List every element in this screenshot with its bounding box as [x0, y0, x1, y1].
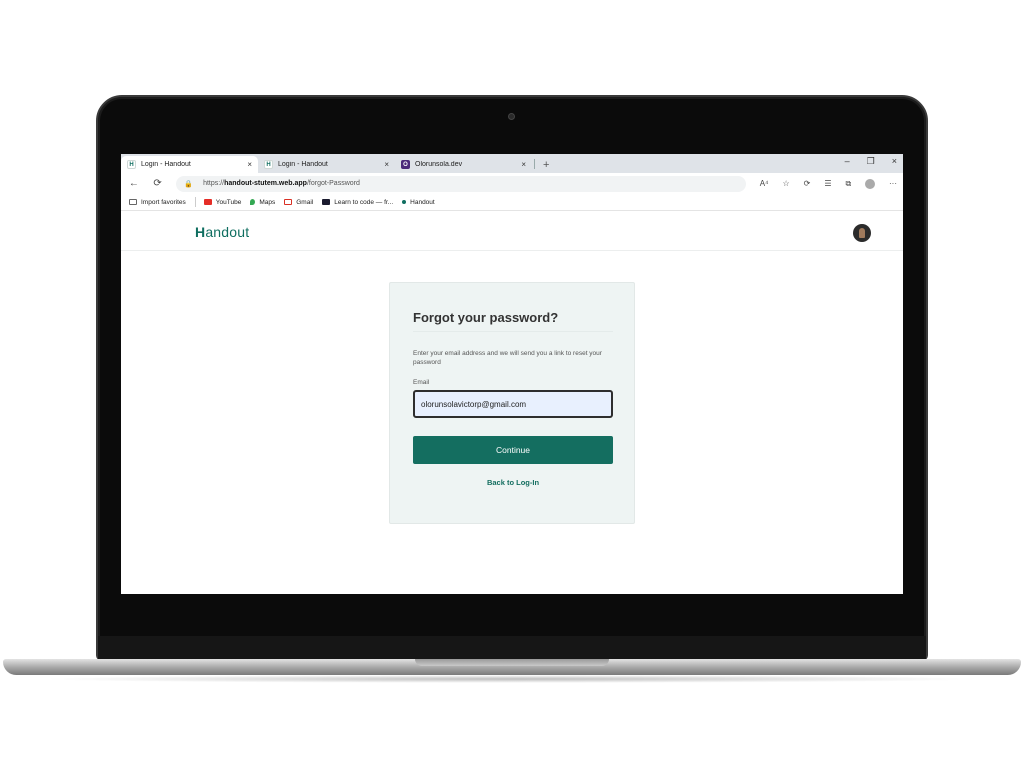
- laptop-notch: [415, 659, 609, 666]
- window-controls: – ❐ ×: [845, 156, 897, 167]
- favorite-label: Handout: [410, 198, 435, 206]
- favorites-divider: [194, 197, 196, 207]
- minimize-icon[interactable]: –: [845, 156, 850, 167]
- read-aloud-icon[interactable]: A⁴: [760, 179, 769, 188]
- url-scheme: https://: [203, 180, 225, 187]
- favorites-list-icon[interactable]: ☰: [824, 179, 831, 188]
- laptop-mockup: H Login - Handout × H Login - Handout × …: [0, 0, 1024, 768]
- restore-icon[interactable]: ❐: [867, 156, 875, 167]
- title-divider: [413, 331, 613, 332]
- url-host: handout-stutem.web.app: [224, 180, 307, 187]
- favorite-handout[interactable]: Handout: [402, 199, 435, 206]
- freecodecamp-icon: [322, 199, 331, 205]
- handout-small-icon: [402, 200, 407, 204]
- close-icon[interactable]: ×: [521, 160, 526, 169]
- tab-label: Login - Handout: [278, 161, 328, 168]
- new-tab-button[interactable]: +: [543, 159, 549, 171]
- url-bar[interactable]: 🔒 https://handout-stutem.web.app/forgot-…: [176, 175, 746, 192]
- gmail-icon: [284, 199, 293, 205]
- webcam: [508, 113, 515, 120]
- favorite-label: Learn to code — fr...: [334, 198, 394, 206]
- favorite-label: Gmail: [296, 198, 314, 206]
- maps-pin-icon: [250, 199, 256, 205]
- email-field[interactable]: [413, 390, 613, 418]
- email-label: Email: [413, 379, 430, 386]
- close-window-icon[interactable]: ×: [892, 156, 897, 167]
- continue-button[interactable]: Continue: [413, 436, 613, 464]
- instructions-text: Enter your email address and we will sen…: [413, 350, 602, 366]
- browser-window: H Login - Handout × H Login - Handout × …: [121, 154, 903, 594]
- refresh-extension-icon[interactable]: ⟳: [804, 179, 811, 188]
- import-icon: [129, 199, 137, 205]
- handout-logo[interactable]: Handout: [195, 224, 249, 240]
- page-title: Forgot your password?: [413, 310, 559, 325]
- olorunsola-favicon-icon: O: [401, 160, 410, 169]
- tab-label: Login - Handout: [141, 161, 191, 168]
- favorite-import[interactable]: Import favorites: [129, 199, 186, 206]
- logo-rest: andout: [205, 224, 250, 240]
- back-arrow-icon[interactable]: ←: [127, 178, 141, 189]
- favorite-label: Import favorites: [141, 198, 186, 206]
- profile-icon[interactable]: [865, 178, 876, 189]
- close-icon[interactable]: ×: [384, 160, 389, 169]
- favorites-bar: Import favorites YouTube Maps Gmail Lear…: [121, 194, 903, 211]
- back-to-login-link[interactable]: Back to Log-In: [390, 478, 636, 487]
- close-icon[interactable]: ×: [247, 160, 252, 169]
- youtube-icon: [203, 199, 212, 205]
- address-row: ← ⟳ 🔒 https://handout-stutem.web.app/for…: [121, 173, 903, 194]
- tab-login-handout-2[interactable]: H Login - Handout ×: [258, 156, 395, 173]
- handout-favicon-icon: H: [127, 160, 136, 169]
- logo-initial: H: [195, 224, 206, 240]
- tab-label: Olorunsola.dev: [415, 161, 463, 168]
- favorite-star-icon[interactable]: ☆: [782, 179, 789, 188]
- more-menu-icon[interactable]: ···: [889, 179, 897, 188]
- favorite-youtube[interactable]: YouTube: [203, 198, 242, 206]
- handout-favicon-icon: H: [264, 160, 273, 169]
- forgot-password-card: Forgot your password? Enter your email a…: [389, 282, 635, 524]
- collections-icon[interactable]: ⧉: [846, 179, 852, 189]
- favorite-maps[interactable]: Maps: [250, 199, 275, 206]
- laptop-shadow: [40, 675, 984, 683]
- lock-icon: 🔒: [184, 180, 194, 188]
- app-header: Handout: [121, 212, 903, 251]
- favorite-label: YouTube: [215, 198, 242, 206]
- tab-strip: H Login - Handout × H Login - Handout × …: [121, 154, 903, 173]
- tab-olorunsola-dev[interactable]: O Olorunsola.dev ×: [395, 156, 532, 173]
- reload-icon[interactable]: ⟳: [151, 178, 165, 189]
- tab-login-handout-1[interactable]: H Login - Handout ×: [121, 156, 258, 173]
- favorite-freecodecamp[interactable]: Learn to code — fr...: [322, 199, 393, 206]
- tab-divider: [534, 159, 535, 169]
- favorite-label: Maps: [259, 198, 276, 206]
- favorite-gmail[interactable]: Gmail: [284, 199, 313, 206]
- url-path: /forgot-Password: [306, 180, 360, 187]
- laptop-bezel-bottom: [98, 636, 926, 660]
- user-avatar[interactable]: [853, 224, 871, 242]
